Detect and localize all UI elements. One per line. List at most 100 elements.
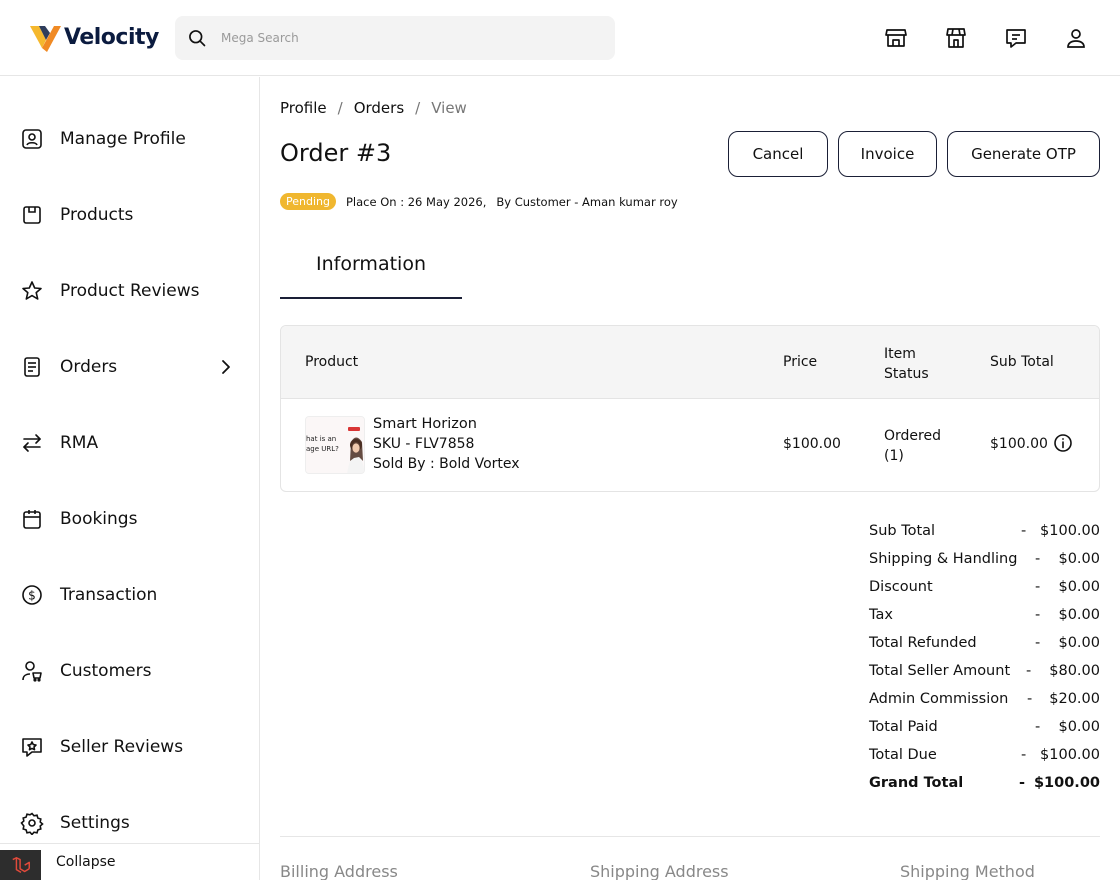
product-thumbnail[interactable]: hat is an age URL? — [305, 416, 365, 474]
totals-row-shipping: Shipping & Handling - $0.00 — [869, 551, 1100, 571]
mega-search[interactable] — [175, 16, 615, 60]
item-status-line1: Ordered — [884, 428, 941, 444]
sidebar-item-seller-reviews[interactable]: Seller Reviews — [0, 723, 259, 771]
brand-name: Velocity — [64, 24, 159, 50]
tab-information[interactable]: Information — [280, 253, 462, 275]
totals-row-discount: Discount - $0.00 — [869, 579, 1100, 599]
totals-dash: - — [1035, 551, 1041, 567]
shipping-method-heading: Shipping Method — [900, 862, 1035, 880]
search-input[interactable] — [221, 31, 601, 45]
collapse-button[interactable]: Collapse — [0, 843, 259, 880]
totals-dash: - — [1035, 579, 1041, 595]
sidebar-item-rma[interactable]: RMA — [0, 419, 259, 467]
sidebar-item-products[interactable]: Products — [0, 191, 259, 239]
placed-on-date: Place On : 26 May 2026, — [345, 194, 487, 209]
page-title: Order #3 — [280, 139, 392, 167]
sidebar-item-label: Products — [60, 205, 134, 225]
totals-label: Tax — [869, 607, 893, 623]
chevron-right-icon[interactable] — [216, 357, 236, 377]
sidebar-item-transaction[interactable]: $ Transaction — [0, 571, 259, 619]
product-subtotal: $100.00 — [990, 436, 1048, 452]
invoice-button[interactable]: Invoice — [838, 131, 937, 177]
product-sku: SKU - FLV7858 — [373, 436, 475, 452]
totals-label: Total Seller Amount — [869, 663, 1011, 679]
top-header: Velocity — [0, 0, 1120, 76]
profile-icon — [20, 127, 44, 151]
store-icon[interactable] — [884, 26, 908, 50]
totals-row-due: Total Due - $100.00 — [869, 747, 1100, 767]
sidebar-item-label: RMA — [60, 433, 99, 453]
totals-value: $0.00 — [1058, 551, 1100, 567]
totals-dash: - — [1027, 691, 1033, 707]
breadcrumb-current: View — [431, 99, 467, 117]
sidebar-item-manage-profile[interactable]: Manage Profile — [0, 115, 259, 163]
customer-name: By Customer - Aman kumar roy — [496, 194, 678, 209]
totals-label: Total Refunded — [869, 635, 977, 651]
active-tab-indicator — [280, 297, 462, 299]
collapse-label: Collapse — [56, 854, 116, 870]
message-icon[interactable] — [1004, 26, 1028, 50]
table-row: hat is an age URL? Smart Horizon SKU - F… — [281, 399, 1099, 491]
totals-dash: - — [1021, 523, 1027, 539]
totals-row-grand-total: Grand Total - $100.00 — [869, 775, 1100, 795]
brand-logo[interactable]: Velocity — [28, 22, 159, 52]
totals-value: $80.00 — [1049, 663, 1100, 679]
totals-label: Admin Commission — [869, 691, 1009, 707]
sidebar-item-label: Manage Profile — [60, 129, 186, 149]
totals-value: $0.00 — [1058, 719, 1100, 735]
totals-dash: - — [1019, 775, 1026, 791]
column-header-item-status: Item Status — [884, 344, 944, 384]
totals-dash: - — [1035, 635, 1041, 651]
totals-label: Total Due — [869, 747, 937, 763]
column-header-price: Price — [783, 354, 818, 370]
sidebar-item-orders[interactable]: Orders — [0, 343, 259, 391]
order-items-table: Product Price Item Status Sub Total hat … — [280, 325, 1100, 492]
product-name[interactable]: Smart Horizon — [373, 416, 477, 432]
thumbnail-text-2: age URL? — [306, 445, 339, 453]
user-icon[interactable] — [1064, 26, 1088, 50]
column-header-product: Product — [305, 354, 359, 370]
breadcrumb-profile[interactable]: Profile — [280, 99, 327, 117]
totals-row-subtotal: Sub Total - $100.00 — [869, 523, 1100, 543]
sidebar-item-settings[interactable]: Settings — [0, 799, 259, 847]
totals-row-seller-amount: Total Seller Amount - $80.00 — [869, 663, 1100, 683]
sidebar-item-label: Bookings — [60, 509, 138, 529]
totals-row-admin-commission: Admin Commission - $20.00 — [869, 691, 1100, 711]
totals-value: $20.00 — [1049, 691, 1100, 707]
generate-otp-button[interactable]: Generate OTP — [947, 131, 1100, 177]
sidebar-item-customers[interactable]: Customers — [0, 647, 259, 695]
search-icon — [189, 30, 206, 47]
sidebar-item-bookings[interactable]: Bookings — [0, 495, 259, 543]
totals-label: Discount — [869, 579, 933, 595]
gear-icon — [20, 811, 44, 836]
sidebar-item-label: Customers — [60, 661, 152, 681]
sidebar-item-label: Transaction — [60, 585, 158, 605]
totals-value: $100.00 — [1033, 775, 1100, 791]
totals-row-tax: Tax - $0.00 — [869, 607, 1100, 627]
cancel-button[interactable]: Cancel — [728, 131, 828, 177]
section-divider — [280, 836, 1100, 837]
totals-row-paid: Total Paid - $0.00 — [869, 719, 1100, 739]
totals-value: $0.00 — [1058, 579, 1100, 595]
column-header-item-status-line1: Item — [884, 346, 916, 362]
totals-label: Grand Total — [869, 775, 964, 791]
item-status: Ordered (1) — [884, 426, 954, 466]
breadcrumb-orders[interactable]: Orders — [354, 99, 404, 117]
totals-value: $0.00 — [1058, 635, 1100, 651]
totals-row-refunded: Total Refunded - $0.00 — [869, 635, 1100, 655]
dollar-icon: $ — [20, 583, 44, 607]
totals-dash: - — [1026, 663, 1032, 679]
table-header: Product Price Item Status Sub Total — [281, 326, 1099, 399]
order-meta: Pending Place On : 26 May 2026, By Custo… — [280, 193, 678, 210]
product-price: $100.00 — [783, 436, 841, 452]
totals-dash: - — [1035, 607, 1041, 623]
totals-label: Sub Total — [869, 523, 936, 539]
totals-value: $100.00 — [1040, 747, 1100, 763]
calendar-icon — [20, 507, 44, 531]
totals-value: $100.00 — [1040, 523, 1100, 539]
info-icon[interactable] — [1053, 433, 1073, 453]
shop-icon[interactable] — [944, 26, 968, 50]
sidebar-item-product-reviews[interactable]: Product Reviews — [0, 267, 259, 315]
sidebar: Manage Profile Products Product Reviews … — [0, 77, 260, 880]
totals-dash: - — [1021, 747, 1027, 763]
